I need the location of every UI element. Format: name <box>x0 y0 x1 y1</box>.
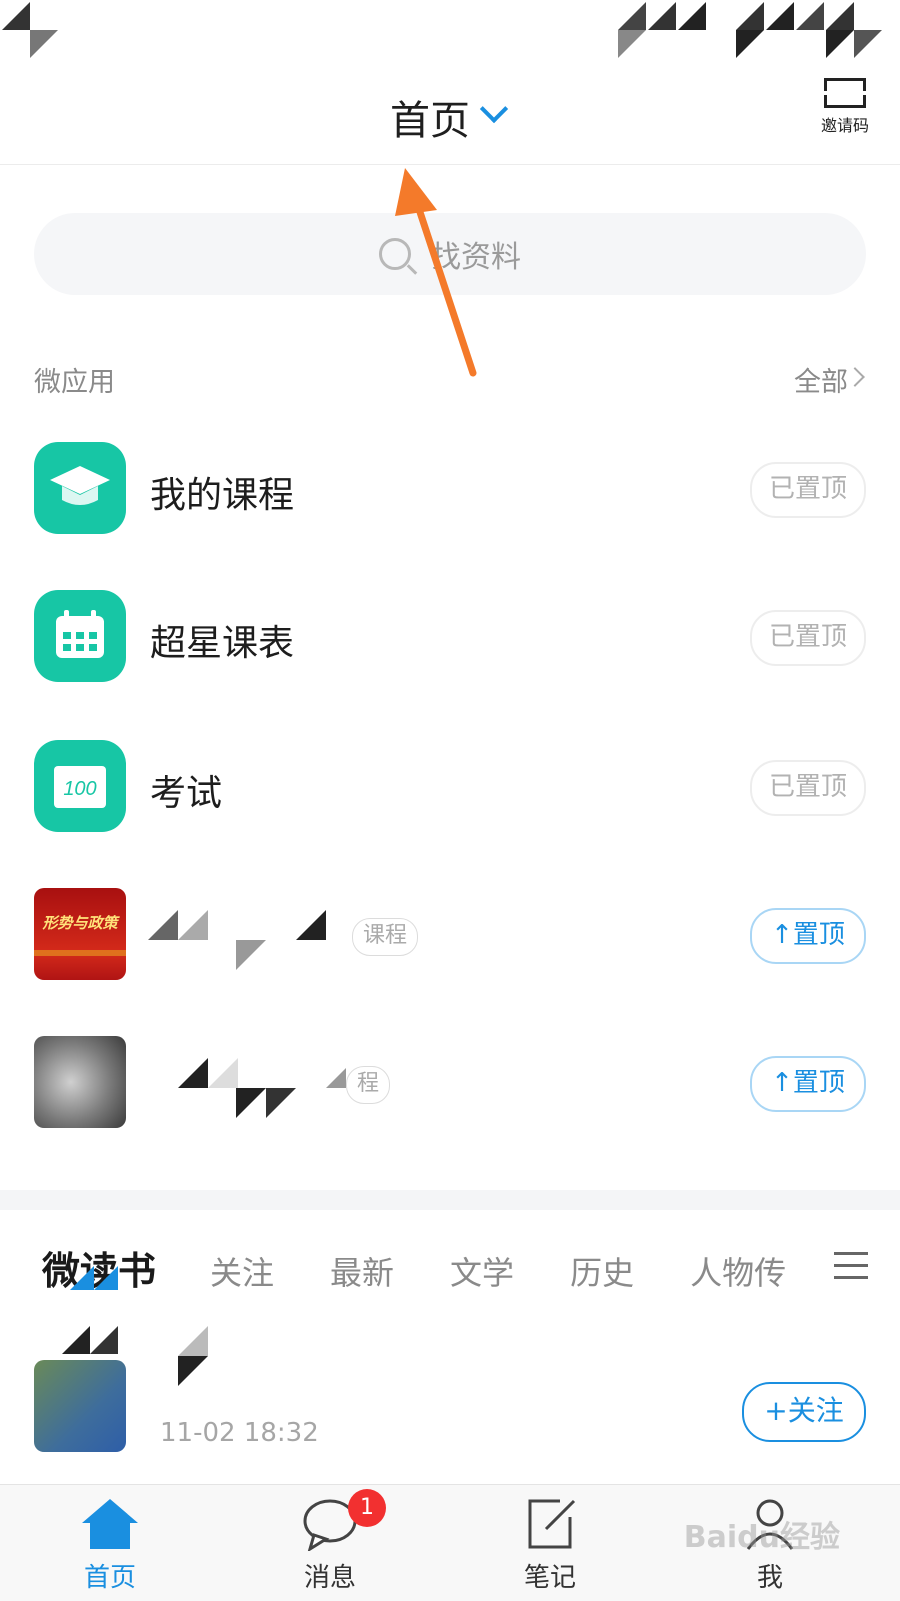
redaction-mark <box>678 2 706 30</box>
app-row-course-1[interactable]: 形势与政策 课程 ↑置顶 <box>34 888 866 980</box>
app-row-schedule[interactable]: 超星课表 已置顶 <box>34 590 866 682</box>
pin-to-top-button[interactable]: ↑置顶 <box>750 1056 866 1112</box>
app-name: 考试 <box>150 773 223 814</box>
redaction-mark <box>178 1356 208 1386</box>
page-switcher[interactable]: 首页 <box>390 88 509 146</box>
course-tag: 程 <box>346 1066 391 1104</box>
pinned-button[interactable]: 已置顶 <box>750 760 866 816</box>
nav-home[interactable]: 首页 <box>40 1495 180 1594</box>
svg-text:100: 100 <box>63 778 96 800</box>
redaction-mark <box>854 30 882 58</box>
page-title: 首页 <box>390 98 470 144</box>
app-row-exam[interactable]: 100 考试 已置顶 <box>34 740 866 832</box>
nav-notes-label: 笔记 <box>523 1563 576 1593</box>
redaction-mark <box>236 940 266 970</box>
pin-to-top-button[interactable]: ↑置顶 <box>750 908 866 964</box>
redaction-mark <box>736 30 764 58</box>
invite-code-button[interactable]: 邀请码 <box>810 78 880 136</box>
chevron-right-icon <box>845 367 865 387</box>
redaction-mark <box>178 1058 208 1088</box>
course-thumbnail <box>34 1036 126 1128</box>
redaction-mark <box>266 1088 296 1118</box>
redaction-mark <box>296 910 326 940</box>
redaction-mark <box>90 1326 118 1354</box>
redaction-mark <box>62 1326 90 1354</box>
nav-home-label: 首页 <box>83 1563 136 1593</box>
reading-tab-bar: 微读书 关注 最新 文学 历史 人物传 <box>42 1240 842 1295</box>
course-tag: 课程 <box>352 918 419 956</box>
edit-note-icon <box>520 1495 580 1551</box>
redaction-mark <box>208 1058 238 1088</box>
tab-history[interactable]: 历史 <box>570 1248 634 1294</box>
redaction-mark <box>826 30 854 58</box>
calendar-icon <box>34 590 126 682</box>
menu-icon[interactable] <box>834 1252 868 1279</box>
redaction-mark <box>236 1088 266 1118</box>
redaction-mark <box>326 1068 346 1088</box>
redaction-mark <box>826 2 854 30</box>
home-icon <box>80 1495 140 1551</box>
chevron-down-icon <box>479 94 509 124</box>
redaction-mark <box>178 1326 208 1356</box>
redaction-mark <box>736 2 764 30</box>
tab-biography[interactable]: 人物传 <box>690 1248 786 1294</box>
nav-messages-label: 消息 <box>303 1563 356 1593</box>
redaction-mark <box>94 1266 118 1290</box>
section-divider <box>0 1190 900 1210</box>
redaction-mark <box>618 2 646 30</box>
redaction-mark <box>2 2 30 30</box>
app-row-course-2[interactable]: 程 ↑置顶 <box>34 1036 866 1128</box>
pinned-button[interactable]: 已置顶 <box>750 610 866 666</box>
status-bar <box>0 0 900 60</box>
thumbnail-text: 形势与政策 <box>41 914 120 932</box>
nav-notes[interactable]: 笔记 <box>480 1495 620 1594</box>
see-all-link[interactable]: 全部 <box>794 360 848 399</box>
course-thumbnail: 形势与政策 <box>34 888 126 980</box>
redaction-mark <box>30 30 58 58</box>
app-row-my-courses[interactable]: 我的课程 已置顶 <box>34 442 866 534</box>
redaction-mark <box>70 1266 94 1290</box>
chat-bubble-icon: 1 <box>300 1489 386 1553</box>
graduation-cap-icon <box>34 442 126 534</box>
redaction-mark <box>648 2 676 30</box>
redaction-mark <box>766 2 794 30</box>
annotation-arrow <box>395 168 477 377</box>
feed-timestamp: 11-02 18:32 <box>160 1418 319 1448</box>
pinned-button[interactable]: 已置顶 <box>750 462 866 518</box>
watermark: Baidu经验 <box>683 1520 840 1555</box>
redaction-mark <box>796 2 824 30</box>
redaction-mark <box>178 910 208 940</box>
app-name: 我的课程 <box>150 475 295 516</box>
tab-follow[interactable]: 关注 <box>210 1248 274 1294</box>
micro-apps-label: 微应用 <box>34 367 115 398</box>
follow-button[interactable]: +关注 <box>742 1382 866 1442</box>
tab-literature[interactable]: 文学 <box>450 1248 514 1294</box>
invite-code-label: 邀请码 <box>820 116 869 135</box>
app-name: 超星课表 <box>150 623 295 664</box>
nav-me-label: 我 <box>756 1563 783 1593</box>
exam-100-icon: 100 <box>34 740 126 832</box>
redaction-mark <box>618 30 646 58</box>
nav-messages[interactable]: 1 消息 <box>260 1489 400 1594</box>
tab-latest[interactable]: 最新 <box>330 1248 394 1294</box>
redaction-mark <box>148 910 178 940</box>
unread-badge: 1 <box>348 1489 386 1527</box>
top-header: 首页 邀请码 <box>0 60 900 165</box>
scan-icon <box>824 78 866 108</box>
feed-avatar[interactable] <box>34 1360 126 1452</box>
